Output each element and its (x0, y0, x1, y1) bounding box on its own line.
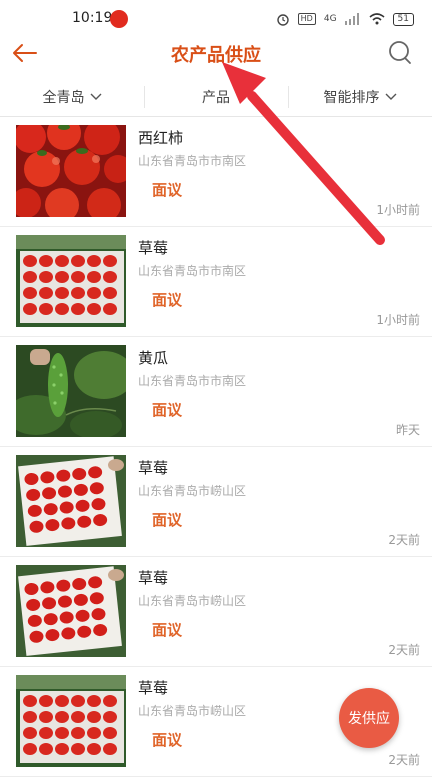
network-label: 4G (323, 14, 337, 24)
list-item[interactable]: 西红柿 山东省青岛市市南区 面议 1小时前 (0, 117, 432, 227)
product-price: 面议 (152, 731, 183, 749)
post-time: 2天前 (388, 533, 420, 547)
post-time: 昨天 (395, 423, 420, 437)
product-list: 西红柿 山东省青岛市市南区 面议 1小时前 草莓 山东省青岛市市南区 面议 1小… (0, 117, 432, 777)
list-item[interactable]: 草莓 山东省青岛市崂山区 面议 2天前 (0, 557, 432, 667)
status-bar: 10:19 HD 4G 51 (0, 0, 432, 38)
post-time: 2天前 (388, 643, 420, 657)
product-location: 山东省青岛市市南区 (138, 264, 247, 278)
strawberry-box-image (16, 565, 126, 657)
filter-region-label: 全青岛 (42, 90, 85, 106)
strawberries-image (16, 235, 126, 327)
product-image (16, 235, 126, 327)
page-title: 农产品供应 (171, 45, 261, 66)
filter-sort[interactable]: 智能排序 (288, 78, 432, 116)
product-image (16, 345, 126, 437)
product-location: 山东省青岛市崂山区 (138, 594, 247, 608)
wifi-icon (369, 13, 385, 25)
product-name: 黄瓜 (138, 349, 169, 367)
product-location: 山东省青岛市市南区 (138, 154, 247, 168)
signal-icon (344, 13, 359, 25)
product-image (16, 565, 126, 657)
list-item[interactable]: 黄瓜 山东省青岛市市南区 面议 昨天 (0, 337, 432, 447)
product-location: 山东省青岛市崂山区 (138, 484, 247, 498)
chevron-down-icon (90, 93, 101, 100)
product-name: 西红柿 (138, 129, 184, 147)
cucumber-image (16, 345, 126, 437)
product-price: 面议 (152, 401, 183, 419)
product-name: 草莓 (138, 569, 169, 587)
recording-indicator-icon (110, 10, 128, 28)
filter-bar: 全青岛 产品 智能排序 (0, 78, 432, 117)
product-image (16, 125, 126, 217)
product-location: 山东省青岛市崂山区 (138, 704, 247, 718)
strawberry-box-image (16, 455, 126, 547)
filter-sort-label: 智能排序 (323, 90, 380, 106)
product-price: 面议 (152, 181, 183, 199)
product-image (16, 455, 126, 547)
post-supply-button[interactable]: 发供应 (339, 688, 399, 748)
product-price: 面议 (152, 291, 183, 309)
filter-product-label: 产品 (202, 90, 230, 106)
list-item[interactable]: 草莓 山东省青岛市崂山区 面议 2天前 (0, 447, 432, 557)
post-time: 1小时前 (376, 313, 420, 327)
header: 农产品供应 (0, 36, 432, 72)
product-location: 山东省青岛市市南区 (138, 374, 247, 388)
search-button[interactable] (386, 39, 414, 67)
product-name: 草莓 (138, 459, 169, 477)
alarm-icon (276, 14, 289, 26)
status-icons: HD 4G 51 (276, 12, 414, 26)
filter-region[interactable]: 全青岛 (0, 78, 144, 116)
strawberries-image (16, 675, 126, 767)
chevron-down-icon (385, 93, 396, 100)
product-image (16, 675, 126, 767)
post-time: 2天前 (388, 753, 420, 767)
product-name: 草莓 (138, 679, 169, 697)
search-icon (389, 41, 411, 64)
filter-product[interactable]: 产品 (144, 78, 288, 116)
product-name: 草莓 (138, 239, 169, 257)
product-price: 面议 (152, 621, 183, 639)
battery-icon: 51 (392, 12, 414, 26)
tomatoes-image (16, 125, 126, 217)
status-time: 10:19 (72, 10, 113, 26)
list-item[interactable]: 草莓 山东省青岛市市南区 面议 1小时前 (0, 227, 432, 337)
post-time: 1小时前 (376, 203, 420, 217)
hd-icon: HD (297, 13, 316, 25)
product-price: 面议 (152, 511, 183, 529)
